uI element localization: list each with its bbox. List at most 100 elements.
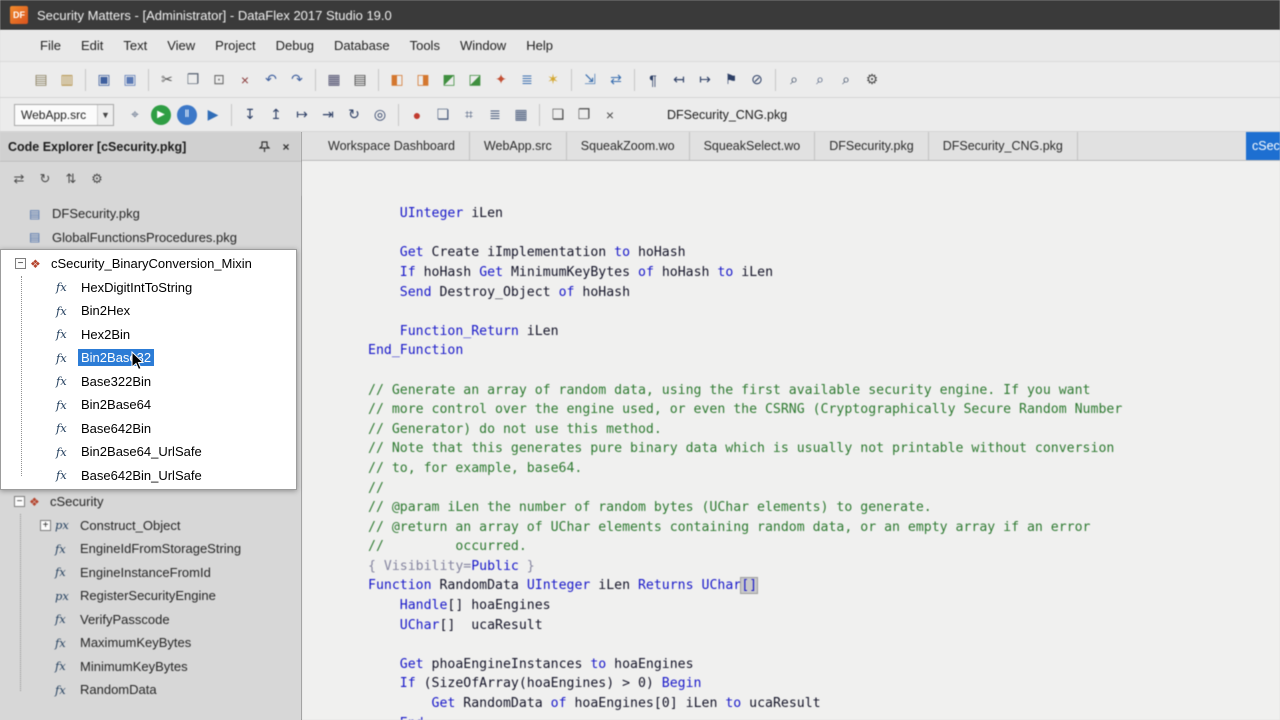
menu-project[interactable]: Project xyxy=(205,33,265,58)
menu-window[interactable]: Window xyxy=(450,33,516,58)
tile-windows-icon[interactable]: ❐ xyxy=(571,103,597,127)
tab-dfsecurity-cng-pkg[interactable]: DFSecurity_CNG.pkg xyxy=(929,132,1078,160)
save-icon[interactable]: ▣ xyxy=(91,68,117,92)
pause-icon[interactable]: Ⅱ xyxy=(177,105,197,125)
print-icon[interactable]: ▤ xyxy=(347,68,373,92)
tree-item-Bin2Base32[interactable]: fxBin2Base32 xyxy=(1,346,296,370)
navigate-forward-icon[interactable]: ↦ xyxy=(692,68,718,92)
target-icon[interactable]: ◎ xyxy=(367,103,393,127)
step-out-icon[interactable]: ↥ xyxy=(263,103,289,127)
lock-icon[interactable]: ⊡ xyxy=(206,68,232,92)
menu-text[interactable]: Text xyxy=(113,33,157,58)
tree-item-VerifyPasscode[interactable]: fxVerifyPasscode xyxy=(0,608,301,632)
step-over-icon[interactable]: ↦ xyxy=(289,103,315,127)
properties-icon[interactable]: ▦ xyxy=(321,68,347,92)
zoom-icon[interactable]: ⌕ xyxy=(833,68,859,92)
undo-icon[interactable]: ↶ xyxy=(258,68,284,92)
new-file-icon[interactable]: ▤ xyxy=(28,68,54,92)
chevron-down-icon[interactable]: ▼ xyxy=(97,105,113,125)
connect-icon[interactable]: ⇄ xyxy=(603,68,629,92)
collapse-icon[interactable]: − xyxy=(14,496,25,507)
tree-item-Base322Bin[interactable]: fxBase322Bin xyxy=(1,370,296,394)
tree-item-Base642Bin[interactable]: fxBase642Bin xyxy=(1,417,296,441)
tree-item-EngineInstanceFromId[interactable]: fxEngineInstanceFromId xyxy=(0,561,301,585)
tree-item-Hex2Bin[interactable]: fxHex2Bin xyxy=(1,323,296,347)
tab-squeakzoom-wo[interactable]: SqueakZoom.wo xyxy=(567,132,690,160)
close-icon[interactable]: × xyxy=(277,138,295,156)
library-icon[interactable]: ≣ xyxy=(514,68,540,92)
tree-item-Bin2Hex[interactable]: fxBin2Hex xyxy=(1,299,296,323)
new-dashboard-icon[interactable]: ◪ xyxy=(462,68,488,92)
run-icon[interactable]: ▶ xyxy=(151,105,171,125)
step-into-icon[interactable]: ↧ xyxy=(237,103,263,127)
tab-active-partial[interactable]: cSec xyxy=(1246,132,1280,160)
find-in-files-icon[interactable]: ⌕ xyxy=(807,68,833,92)
track-selection-icon[interactable]: ⇄ xyxy=(8,168,30,190)
tree-item-Bin2Base64[interactable]: fxBin2Base64 xyxy=(1,393,296,417)
tree-item-Construct_Object[interactable]: +pxConstruct_Object xyxy=(0,514,301,538)
cascade-windows-icon[interactable]: ❏ xyxy=(545,103,571,127)
code-token: iLen xyxy=(590,578,638,593)
new-view-icon[interactable]: ◨ xyxy=(410,68,436,92)
menu-edit[interactable]: Edit xyxy=(71,33,113,58)
collapse-icon[interactable]: − xyxy=(15,258,26,269)
tree-item-RandomData[interactable]: fxRandomData xyxy=(0,678,301,702)
tool-options-icon[interactable]: ⚙ xyxy=(859,68,885,92)
tree-item-DFSecurity.pkg[interactable]: ▤DFSecurity.pkg xyxy=(0,202,301,226)
search-icon[interactable]: ⌕ xyxy=(781,68,807,92)
run-to-cursor-icon[interactable]: ⇥ xyxy=(315,103,341,127)
navigate-back-icon[interactable]: ↤ xyxy=(666,68,692,92)
goto-definition-icon[interactable]: ¶ xyxy=(640,68,666,92)
restart-icon[interactable]: ↻ xyxy=(341,103,367,127)
menu-debug[interactable]: Debug xyxy=(266,33,324,58)
tree-item-EngineIdFromStorageString[interactable]: fxEngineIdFromStorageString xyxy=(0,537,301,561)
refresh-icon[interactable]: ↻ xyxy=(34,168,56,190)
sort-icon[interactable]: ⇅ xyxy=(60,168,82,190)
save-all-icon[interactable]: ▣ xyxy=(117,68,143,92)
pin-icon[interactable] xyxy=(255,138,273,156)
wizard-icon[interactable]: ✶ xyxy=(540,68,566,92)
stop-debugging-icon[interactable]: ● xyxy=(404,103,430,127)
locals-window-icon[interactable]: ▦ xyxy=(508,103,534,127)
expand-icon[interactable]: + xyxy=(40,520,51,531)
menu-file[interactable]: File xyxy=(30,33,71,58)
tab-squeakselect-wo[interactable]: SqueakSelect.wo xyxy=(690,132,816,160)
step-icon[interactable]: ▶ xyxy=(200,103,226,127)
tab-webapp-src[interactable]: WebApp.src xyxy=(470,132,567,160)
tree-item-MaximumKeyBytes[interactable]: fxMaximumKeyBytes xyxy=(0,631,301,655)
code-explorer-header[interactable]: Code Explorer [cSecurity.pkg] × xyxy=(0,132,301,162)
new-class-icon[interactable]: ✦ xyxy=(488,68,514,92)
tree-item-RegisterSecurityEngine[interactable]: pxRegisterSecurityEngine xyxy=(0,584,301,608)
watch-window-icon[interactable]: ⌗ xyxy=(456,103,482,127)
tab-dfsecurity-pkg[interactable]: DFSecurity.pkg xyxy=(815,132,929,160)
locate-in-explorer-icon[interactable]: ⌖ xyxy=(122,103,148,127)
debug-output-window-icon[interactable]: ❏ xyxy=(430,103,456,127)
bookmark-icon[interactable]: ⚑ xyxy=(718,68,744,92)
close-all-windows-icon[interactable]: × xyxy=(597,103,623,127)
clear-bookmarks-icon[interactable]: ⊘ xyxy=(744,68,770,92)
tree-item-HexDigitIntToString[interactable]: fxHexDigitIntToString xyxy=(1,276,296,300)
tree-item-Base642Bin_UrlSafe[interactable]: fxBase642Bin_UrlSafe xyxy=(1,464,296,488)
delete-icon[interactable]: × xyxy=(232,68,258,92)
open-file-icon[interactable]: ▥ xyxy=(54,68,80,92)
import-icon[interactable]: ⇲ xyxy=(577,68,603,92)
explorer-options-icon[interactable]: ⚙ xyxy=(86,168,108,190)
call-stack-window-icon[interactable]: ≣ xyxy=(482,103,508,127)
target-file-combo[interactable]: WebApp.src ▼ xyxy=(14,104,114,126)
menu-tools[interactable]: Tools xyxy=(400,33,450,58)
menu-help[interactable]: Help xyxy=(516,33,563,58)
redo-icon[interactable]: ↷ xyxy=(284,68,310,92)
tab-workspace-dashboard[interactable]: Workspace Dashboard xyxy=(314,132,470,160)
tree-item-cSecurity[interactable]: −❖cSecurity xyxy=(0,490,301,514)
new-report-icon[interactable]: ◩ xyxy=(436,68,462,92)
menu-database[interactable]: Database xyxy=(324,33,400,58)
tree-item-cSecurity_BinaryConversion_Mixin[interactable]: −❖cSecurity_BinaryConversion_Mixin xyxy=(1,252,296,276)
cut-icon[interactable]: ✂ xyxy=(154,68,180,92)
tree-item-Bin2Base64_UrlSafe[interactable]: fxBin2Base64_UrlSafe xyxy=(1,440,296,464)
code-editor[interactable]: UInteger iLen Get Create iImplementation… xyxy=(302,161,1280,720)
copy-icon[interactable]: ❐ xyxy=(180,68,206,92)
new-web-object-icon[interactable]: ◧ xyxy=(384,68,410,92)
menu-view[interactable]: View xyxy=(157,33,205,58)
tree-item-GlobalFunctionsProcedures.pkg[interactable]: ▤GlobalFunctionsProcedures.pkg xyxy=(0,226,301,250)
tree-item-MinimumKeyBytes[interactable]: fxMinimumKeyBytes xyxy=(0,655,301,679)
